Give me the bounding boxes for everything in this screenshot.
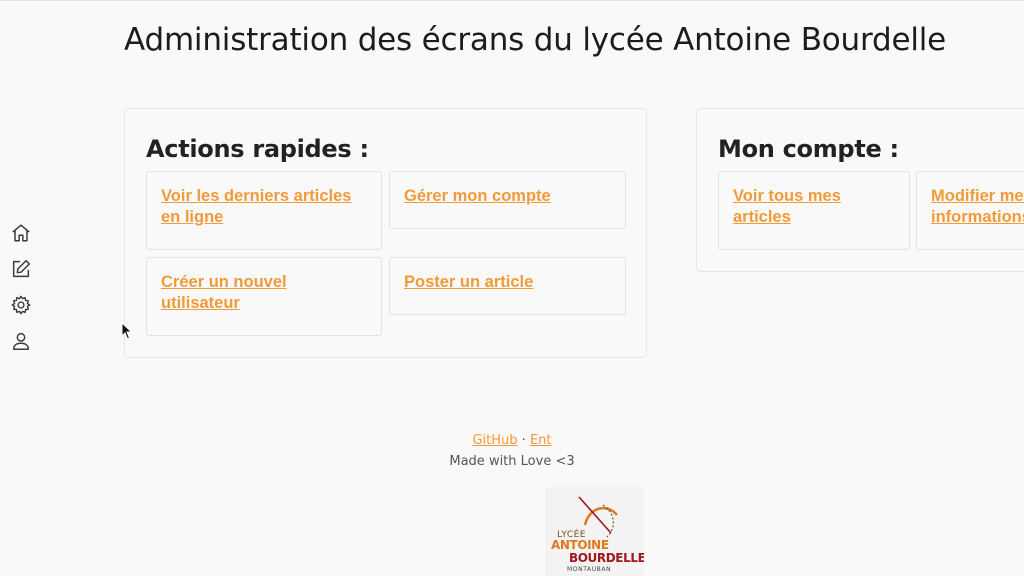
sidebar-item-settings[interactable] — [8, 294, 34, 320]
logo-line3: BOURDELLE — [569, 551, 644, 565]
manage-account-link[interactable]: Gérer mon compte — [404, 187, 551, 205]
quick-action-tile: Poster un article — [389, 257, 626, 315]
footer-tagline: Made with Love <3 — [449, 454, 575, 469]
home-icon — [12, 224, 30, 242]
view-recent-articles-link[interactable]: Voir les derniers articles en ligne — [161, 187, 351, 226]
top-border — [0, 0, 1024, 1]
sidebar — [8, 220, 36, 366]
edit-my-info-link[interactable]: Modifier mes informations — [931, 187, 1024, 226]
quick-action-tile: Créer un nouvel utilisateur — [146, 257, 382, 336]
footer-separator: · — [521, 433, 526, 448]
account-tile: Voir tous mes articles — [718, 171, 910, 250]
quick-action-tile: Voir les derniers articles en ligne — [146, 171, 382, 250]
create-user-link[interactable]: Créer un nouvel utilisateur — [161, 273, 287, 312]
edit-icon — [12, 260, 30, 278]
post-article-link[interactable]: Poster un article — [404, 273, 533, 291]
school-logo: LYCÉE ANTOINE BOURDELLE MONTAUBAN — [545, 487, 644, 576]
view-my-articles-link[interactable]: Voir tous mes articles — [733, 187, 841, 226]
logo-line2: ANTOINE — [551, 538, 609, 552]
user-icon — [12, 332, 30, 350]
page-title: Administration des écrans du lycée Antoi… — [124, 22, 947, 58]
my-account-title: Mon compte : — [718, 135, 899, 163]
footer-links: GitHub · Ent — [0, 430, 1024, 451]
my-account-card: Mon compte : Voir tous mes articles Modi… — [696, 108, 1024, 272]
footer: GitHub · Ent Made with Love <3 — [0, 430, 1024, 472]
sidebar-item-home[interactable] — [8, 222, 34, 248]
github-link[interactable]: GitHub — [472, 433, 517, 448]
account-tile: Modifier mes informations — [916, 171, 1024, 250]
logo-line4: MONTAUBAN — [567, 566, 612, 573]
quick-actions-card: Actions rapides : Voir les derniers arti… — [124, 108, 647, 358]
sidebar-item-edit[interactable] — [8, 258, 34, 284]
ent-link[interactable]: Ent — [530, 433, 552, 448]
mouse-pointer-icon — [121, 322, 133, 340]
gear-icon — [11, 295, 31, 315]
quick-actions-title: Actions rapides : — [146, 135, 369, 163]
sidebar-item-profile[interactable] — [8, 330, 34, 356]
quick-action-tile: Gérer mon compte — [389, 171, 626, 229]
